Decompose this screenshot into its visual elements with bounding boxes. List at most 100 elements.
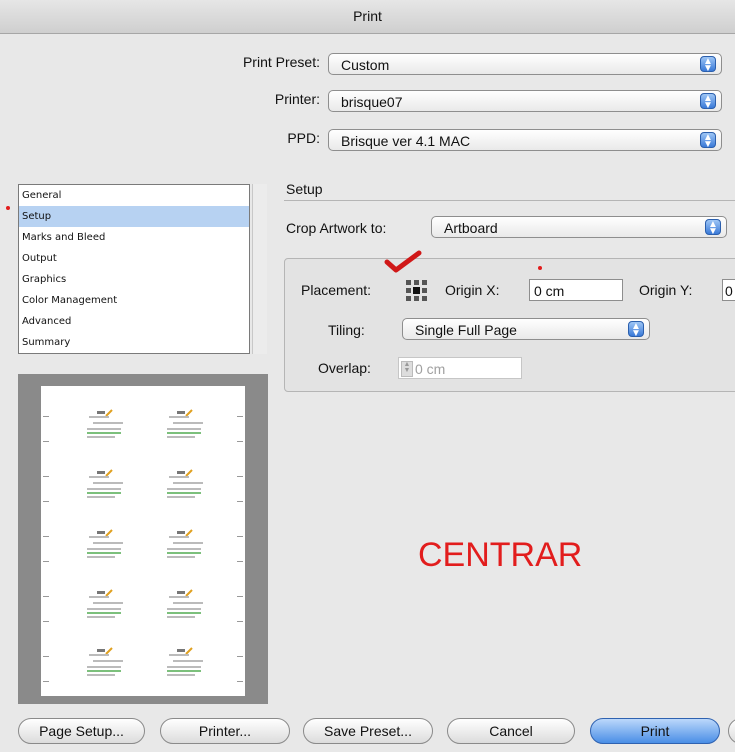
crop-mark (43, 476, 49, 477)
thumbnail-line (93, 482, 123, 484)
thumbnail-line (89, 536, 109, 538)
tiling-popup[interactable]: Single Full Page ▲ ▼ (402, 318, 650, 340)
category-list[interactable]: General Setup Marks and Bleed Output Gra… (18, 184, 250, 354)
thumbnail-line (167, 496, 195, 498)
origin-y-field[interactable]: 0 (722, 279, 735, 301)
thumbnail-line (173, 602, 203, 604)
thumbnail-line (87, 612, 121, 614)
crop-mark (43, 621, 49, 622)
sidebar-item-summary[interactable]: Summary (19, 332, 249, 353)
sidebar-item-advanced[interactable]: Advanced (19, 311, 249, 332)
printer-button[interactable]: Printer... (160, 718, 290, 744)
sidebar-item-color-management[interactable]: Color Management (19, 290, 249, 311)
thumbnail-logo (97, 584, 113, 597)
thumbnail-logo (177, 584, 193, 597)
print-button[interactable]: Print (590, 718, 720, 744)
crop-mark (43, 441, 49, 442)
thumbnail-line (167, 436, 195, 438)
print-preset-label: Print Preset: (242, 54, 320, 70)
thumbnail-line (167, 556, 195, 558)
thumbnail-line (167, 428, 201, 430)
thumbnail-logo (177, 404, 193, 417)
crop-mark (43, 561, 49, 562)
stepper-arrows-icon: ▲ ▼ (401, 361, 413, 377)
save-preset-button[interactable]: Save Preset... (303, 718, 433, 744)
preview-thumbnail (159, 584, 211, 636)
thumbnail-logo (97, 642, 113, 655)
crop-artwork-value: Artboard (444, 220, 498, 236)
thumbnail-line (169, 536, 189, 538)
updown-arrows-icon: ▲ ▼ (705, 219, 721, 237)
thumbnail-line (93, 602, 123, 604)
print-preview (18, 374, 268, 704)
help-button[interactable] (728, 718, 735, 744)
thumbnail-line (89, 654, 109, 656)
ppd-popup[interactable]: Brisque ver 4.1 MAC ▲ ▼ (328, 129, 722, 151)
preview-thumbnail (159, 524, 211, 576)
thumbnail-line (87, 670, 121, 672)
sidebar-scrollbar[interactable] (252, 184, 267, 354)
sidebar-item-graphics[interactable]: Graphics (19, 269, 249, 290)
thumbnail-line (87, 552, 121, 554)
thumbnail-line (167, 548, 201, 550)
overlap-field: ▲ ▼ 0 cm (398, 357, 522, 379)
thumbnail-line (87, 556, 115, 558)
thumbnail-line (167, 666, 201, 668)
thumbnail-logo (177, 464, 193, 477)
crop-mark (43, 681, 49, 682)
sidebar-item-marks-and-bleed[interactable]: Marks and Bleed (19, 227, 249, 248)
thumbnail-line (173, 660, 203, 662)
thumbnail-line (87, 608, 121, 610)
red-check-icon (384, 250, 422, 273)
sidebar-item-general[interactable]: General (19, 185, 249, 206)
thumbnail-line (87, 492, 121, 494)
window-title: Print (0, 0, 735, 34)
sidebar-item-output[interactable]: Output (19, 248, 249, 269)
crop-mark (237, 501, 243, 502)
sidebar-item-setup[interactable]: Setup (19, 206, 249, 227)
origin-x-field[interactable]: 0 cm (529, 279, 623, 301)
thumbnail-line (167, 674, 195, 676)
crop-artwork-label: Crop Artwork to: (286, 220, 387, 236)
setup-heading: Setup (286, 181, 323, 197)
thumbnail-line (169, 476, 189, 478)
updown-arrows-icon: ▲ ▼ (628, 321, 644, 339)
thumbnail-line (93, 422, 123, 424)
printer-popup[interactable]: brisque07 ▲ ▼ (328, 90, 722, 112)
thumbnail-line (87, 428, 121, 430)
thumbnail-line (169, 654, 189, 656)
thumbnail-line (167, 432, 201, 434)
thumbnail-line (89, 476, 109, 478)
thumbnail-line (167, 488, 201, 490)
cancel-button[interactable]: Cancel (447, 718, 575, 744)
placement-grid-icon[interactable] (404, 278, 430, 304)
crop-mark (43, 536, 49, 537)
crop-mark (237, 596, 243, 597)
crop-mark (43, 416, 49, 417)
crop-mark (43, 501, 49, 502)
preview-thumbnail (159, 642, 211, 694)
page-setup-button[interactable]: Page Setup... (18, 718, 145, 744)
crop-mark (237, 561, 243, 562)
origin-x-label: Origin X: (445, 282, 500, 298)
preview-thumbnail (79, 404, 131, 456)
thumbnail-logo (177, 642, 193, 655)
thumbnail-logo (177, 524, 193, 537)
crop-mark (237, 681, 243, 682)
overlap-label: Overlap: (318, 360, 371, 376)
preview-thumbnail (79, 642, 131, 694)
thumbnail-line (167, 616, 195, 618)
red-dot-marker (538, 266, 542, 270)
setup-divider (284, 200, 735, 201)
tiling-label: Tiling: (328, 322, 365, 338)
preview-thumbnail (159, 464, 211, 516)
crop-mark (237, 656, 243, 657)
thumbnail-line (173, 422, 203, 424)
updown-arrows-icon: ▲ ▼ (700, 93, 716, 111)
crop-artwork-popup[interactable]: Artboard ▲ ▼ (431, 216, 727, 238)
thumbnail-line (87, 488, 121, 490)
thumbnail-line (89, 596, 109, 598)
thumbnail-line (87, 616, 115, 618)
thumbnail-line (173, 542, 203, 544)
print-preset-popup[interactable]: Custom ▲ ▼ (328, 53, 722, 75)
